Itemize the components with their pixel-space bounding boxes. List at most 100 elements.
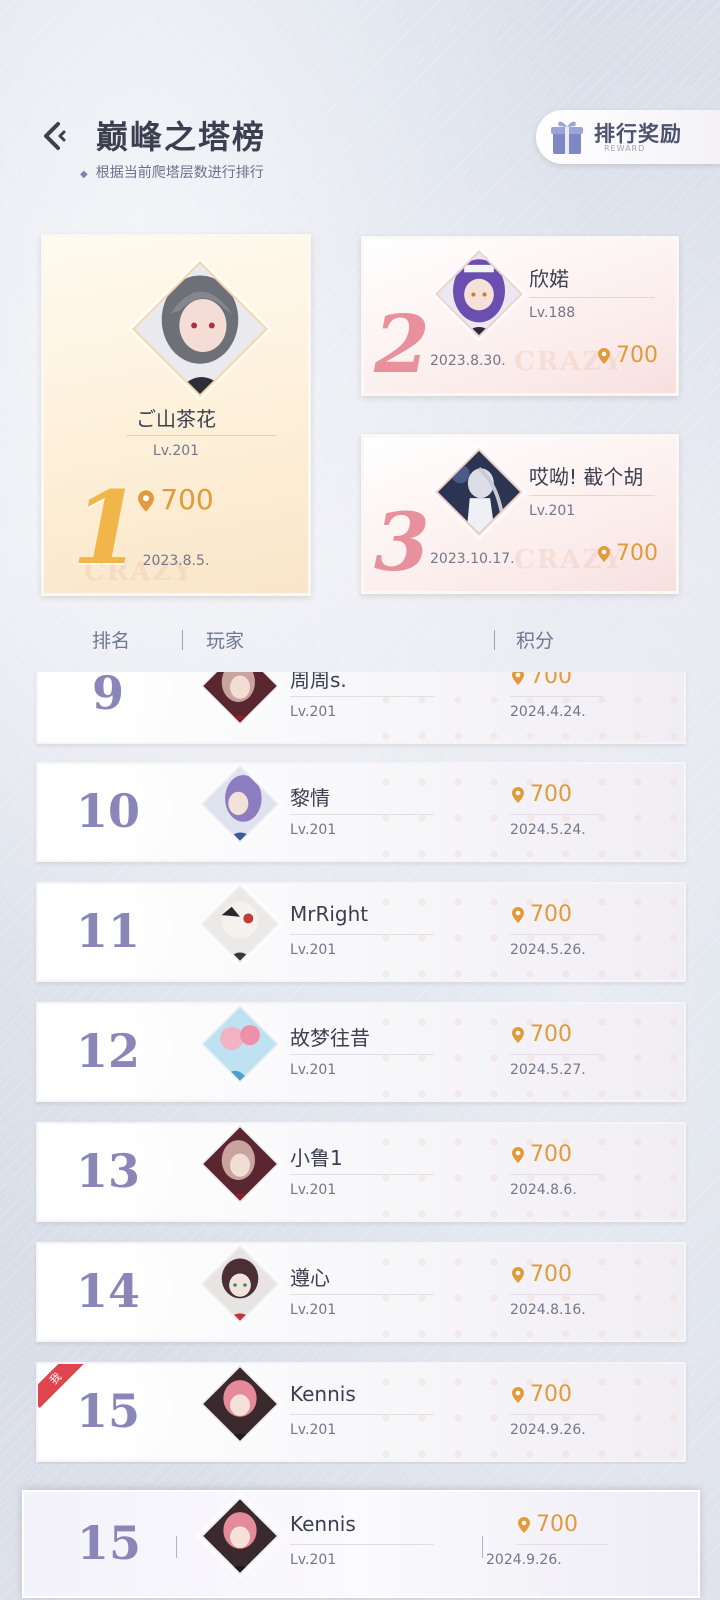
divider	[510, 1174, 602, 1175]
player-avatar	[435, 250, 523, 338]
rank-3-card[interactable]: CRAZY 哎呦! 截个胡 Lv.201 3 2023.10.17. 700	[361, 434, 679, 594]
player-level: Lv.201	[290, 1302, 337, 1318]
rank-number: 11	[75, 904, 140, 958]
decor-pattern	[368, 1244, 684, 1340]
decor-pattern	[368, 1124, 684, 1220]
player-score: 700	[512, 902, 572, 927]
column-header-rank: 排名	[92, 630, 131, 652]
reward-button[interactable]: 排行奖励 REWARD	[536, 110, 720, 164]
player-level: Lv.188	[529, 305, 576, 321]
player-avatar	[200, 1244, 280, 1324]
divider	[510, 1414, 602, 1415]
player-level: Lv.201	[290, 1182, 337, 1198]
location-pin-icon	[512, 907, 524, 923]
back-button[interactable]	[38, 118, 74, 154]
score-value: 700	[530, 1382, 572, 1407]
avatar-portrait-icon	[200, 884, 280, 964]
score-value: 700	[530, 1262, 572, 1287]
avatar-portrait-icon	[435, 250, 523, 338]
player-avatar	[200, 672, 280, 726]
score-value: 700	[530, 672, 572, 689]
record-date: 2023.8.30.	[430, 353, 506, 369]
avatar-portrait-icon	[200, 1496, 280, 1576]
player-level: Lv.201	[290, 704, 337, 720]
column-separator	[494, 630, 495, 650]
decor-pattern	[368, 1364, 684, 1460]
record-date: 2023.10.17.	[430, 551, 515, 567]
location-pin-icon	[512, 672, 524, 685]
decor-pattern	[368, 884, 684, 980]
divider	[510, 1294, 602, 1295]
record-date: 2024.8.16.	[510, 1302, 586, 1318]
divider	[290, 1054, 434, 1055]
ranking-row[interactable]: 14 遵心 Lv.201 700 2024.8.16.	[36, 1242, 686, 1342]
ranking-row-me[interactable]: 我 15 Kennis Lv.201 700 2024.9.26.	[36, 1362, 686, 1462]
player-score: 700	[512, 1382, 572, 1407]
player-level: Lv.201	[529, 503, 576, 519]
player-name: 哎呦! 截个胡	[529, 465, 644, 489]
record-date: 2024.8.6.	[510, 1182, 577, 1198]
divider	[510, 696, 602, 697]
player-level: Lv.201	[290, 1422, 337, 1438]
bullet-icon: ◆	[80, 169, 88, 180]
column-separator	[482, 1536, 483, 1558]
divider	[529, 297, 655, 298]
player-name: 黎情	[290, 786, 330, 810]
rank-number: 3	[374, 495, 430, 589]
record-date: 2024.5.26.	[510, 942, 586, 958]
rank-number: 9	[91, 672, 124, 720]
record-date: 2024.5.27.	[510, 1062, 586, 1078]
player-level: Lv.201	[290, 822, 337, 838]
player-name: Kennis	[290, 1382, 356, 1406]
player-level: Lv.201	[290, 1062, 337, 1078]
rank-1-card[interactable]: CRAZY ご山茶花 Lv.201 700 1 2023.8.5.	[41, 234, 311, 596]
my-date: 2024.9.26.	[486, 1552, 562, 1568]
column-separator	[182, 630, 183, 650]
decor-pattern	[368, 1004, 684, 1100]
divider	[290, 1544, 434, 1545]
column-header-player: 玩家	[206, 630, 245, 652]
divider	[290, 1414, 434, 1415]
ranking-row[interactable]: 13 小鲁1 Lv.201 700 2024.8.6.	[36, 1122, 686, 1222]
my-rank-number: 15	[76, 1516, 141, 1570]
player-level: Lv.201	[290, 942, 337, 958]
location-pin-icon	[598, 546, 610, 562]
avatar-portrait-icon	[200, 1364, 280, 1444]
score-value: 700	[530, 1022, 572, 1047]
ranking-row[interactable]: 10 黎情 Lv.201 700 2024.5.24.	[36, 762, 686, 862]
column-separator	[176, 1536, 177, 1558]
score-value: 700	[536, 1512, 578, 1537]
player-avatar	[200, 1364, 280, 1444]
ranking-row[interactable]: 9 周周s. Lv.201 700 2024.4.24.	[36, 672, 686, 744]
ranking-list[interactable]: 9 周周s. Lv.201 700 2024.4.24. 10 黎情 Lv.20…	[0, 672, 720, 1464]
location-pin-icon	[512, 1147, 524, 1163]
divider	[510, 1054, 602, 1055]
avatar-portrait-icon	[200, 672, 280, 726]
avatar-portrait-icon	[435, 448, 523, 536]
my-avatar	[200, 1496, 280, 1576]
record-date: 2024.4.24.	[510, 704, 586, 720]
player-name: 遵心	[290, 1266, 330, 1290]
page-title: 巅峰之塔榜	[96, 118, 267, 156]
divider	[126, 435, 276, 436]
player-avatar	[435, 448, 523, 536]
player-avatar	[132, 261, 268, 397]
player-name: 小鲁1	[290, 1146, 343, 1170]
ranking-row[interactable]: 11 MrRight Lv.201 700 2024.5.26.	[36, 882, 686, 982]
rank-number: 15	[75, 1384, 140, 1438]
player-avatar	[200, 1124, 280, 1204]
my-rank-bar[interactable]: 15 Kennis Lv.201 700 2024.9.26.	[22, 1490, 700, 1598]
divider	[290, 1294, 434, 1295]
record-date: 2024.9.26.	[510, 1422, 586, 1438]
player-avatar	[200, 1004, 280, 1084]
avatar-portrait-icon	[200, 1244, 280, 1324]
location-pin-icon	[518, 1517, 530, 1533]
player-avatar	[200, 764, 280, 844]
ranking-row[interactable]: 12 故梦往昔 Lv.201 700 2024.5.27.	[36, 1002, 686, 1102]
score-value: 700	[616, 343, 658, 368]
score-value: 700	[530, 1142, 572, 1167]
location-pin-icon	[598, 348, 610, 364]
rank-number: 13	[75, 1144, 140, 1198]
rank-2-card[interactable]: CRAZY 欣婼 Lv.188 2 2023.8.30. 700	[361, 236, 679, 396]
player-avatar	[200, 884, 280, 964]
